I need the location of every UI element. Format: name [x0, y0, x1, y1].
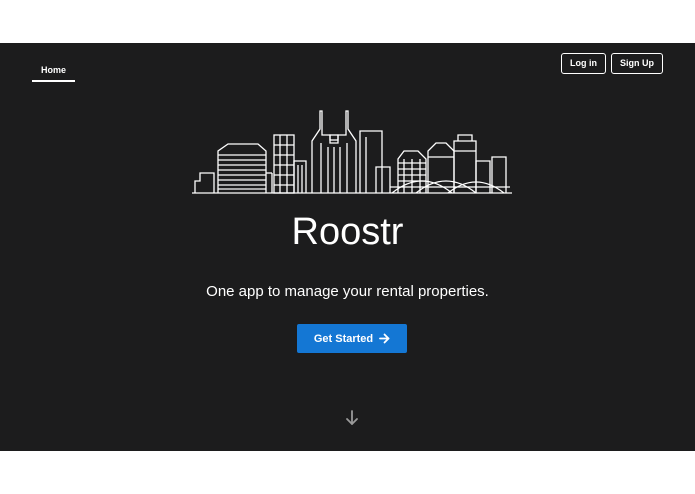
arrow-down-icon[interactable]	[344, 409, 360, 427]
arrow-right-icon	[379, 333, 390, 344]
login-button[interactable]: Log in	[561, 53, 606, 74]
get-started-label: Get Started	[313, 332, 374, 345]
signup-button[interactable]: Sign Up	[611, 53, 663, 74]
get-started-button[interactable]: Get Started	[297, 324, 407, 353]
city-skyline-icon	[192, 110, 512, 194]
hero-section: Home Log in Sign Up Roostr One app to ma…	[0, 43, 695, 451]
app-tagline: One app to manage your rental properties…	[206, 283, 489, 300]
app-title: Roostr	[291, 211, 404, 253]
nav-home-tab[interactable]: Home	[32, 63, 75, 82]
